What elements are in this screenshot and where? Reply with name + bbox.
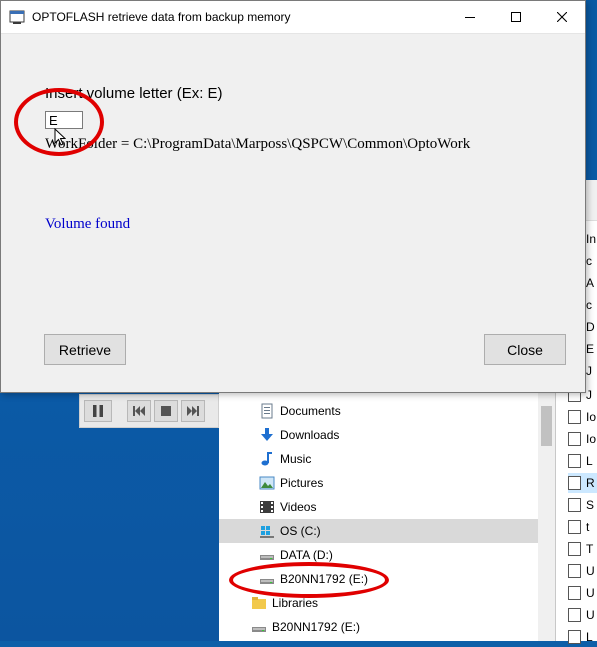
file-icon [568, 630, 581, 644]
file-icon [568, 564, 581, 578]
explorer-scrollbar[interactable] [538, 392, 555, 641]
music-icon [259, 451, 275, 467]
scrollbar-thumb[interactable] [541, 406, 552, 446]
file-icon [568, 608, 581, 622]
list-item[interactable]: L [568, 627, 597, 647]
usb-drive-icon [251, 619, 267, 635]
nav-item-documents[interactable]: Documents [219, 399, 538, 423]
next-icon [187, 406, 199, 416]
list-item[interactable]: U [568, 583, 597, 603]
optoflash-dialog: OPTOFLASH retrieve data from backup memo… [0, 0, 586, 393]
list-item-label: D [586, 320, 595, 334]
list-item[interactable]: U [568, 605, 597, 625]
annotation-ring-usb-drive [229, 562, 389, 598]
nav-item-usb-e-root[interactable]: B20NN1792 (E:) [219, 615, 538, 639]
maximize-icon [511, 12, 521, 22]
file-icon [568, 542, 581, 556]
pictures-icon [259, 475, 275, 491]
window-title: OPTOFLASH retrieve data from backup memo… [32, 10, 291, 24]
file-icon [568, 520, 581, 534]
app-icon [9, 9, 25, 25]
videos-icon [259, 499, 275, 515]
stop-icon [161, 406, 171, 416]
workfolder-label: WorkFolder = C:\ProgramData\Marposs\QSPC… [45, 136, 471, 152]
maximize-button[interactable] [493, 1, 539, 33]
nav-item-data-d[interactable]: DATA (D:) [219, 543, 538, 567]
drive-d-icon [259, 547, 275, 563]
retrieve-button[interactable]: Retrieve [44, 334, 126, 365]
nav-item-label: Pictures [280, 476, 324, 490]
libraries-icon [251, 595, 267, 611]
list-item-label: A [586, 276, 595, 290]
file-icon [568, 586, 581, 600]
explorer-navigation-pane: Documents Downloads Music Pictures Video… [219, 392, 555, 641]
nav-item-music[interactable]: Music [219, 447, 538, 471]
file-icon [568, 476, 581, 490]
nav-item-label: DATA (D:) [280, 548, 333, 562]
list-item-label: E [586, 342, 595, 356]
list-item-label: L [586, 630, 593, 644]
list-item-label: In [586, 232, 597, 246]
mouse-cursor-icon [54, 128, 66, 146]
file-icon [568, 410, 581, 424]
list-item-label: J [586, 364, 592, 378]
list-item-label: Io [586, 410, 597, 424]
file-icon [568, 498, 581, 512]
list-item-label: J [586, 388, 592, 402]
file-icon [568, 432, 581, 446]
media-player-controls [79, 394, 219, 428]
nav-item-label: Documents [280, 404, 341, 418]
list-item[interactable]: S [568, 495, 597, 515]
file-icon [568, 454, 581, 468]
list-item[interactable]: R [568, 473, 597, 493]
status-message: Volume found [45, 216, 131, 232]
list-item-label: U [586, 608, 595, 622]
close-button[interactable]: Close [484, 334, 566, 365]
list-item-label: c [586, 254, 592, 268]
pause-button[interactable] [84, 400, 112, 422]
previous-icon [133, 406, 145, 416]
next-button[interactable] [181, 400, 205, 422]
list-item[interactable]: U [568, 561, 597, 581]
minimize-button[interactable] [447, 1, 493, 33]
nav-item-pictures[interactable]: Pictures [219, 471, 538, 495]
nav-item-label: Downloads [280, 428, 340, 442]
title-separator [1, 33, 585, 34]
list-item[interactable]: L [568, 451, 597, 471]
stop-button[interactable] [154, 400, 178, 422]
pause-icon [93, 405, 103, 417]
previous-button[interactable] [127, 400, 151, 422]
list-item[interactable]: Io [568, 407, 597, 427]
list-item-label: U [586, 586, 595, 600]
list-item-label: Io [586, 432, 597, 446]
list-item[interactable]: Io [568, 429, 597, 449]
list-item[interactable]: T [568, 539, 597, 559]
nav-item-label: Libraries [272, 596, 319, 610]
list-item-label: T [586, 542, 594, 556]
nav-item-os-c[interactable]: OS (C:) [219, 519, 538, 543]
list-item-label: S [586, 498, 595, 512]
nav-item-label: Videos [280, 500, 317, 514]
downloads-icon [259, 427, 275, 443]
list-item-label: U [586, 564, 595, 578]
nav-item-label: B20NN1792 (E:) [272, 620, 361, 634]
nav-item-label: Music [280, 452, 312, 466]
drive-c-icon [259, 523, 275, 539]
list-item-label: L [586, 454, 593, 468]
close-icon [557, 12, 567, 22]
list-item-label: t [586, 520, 590, 534]
documents-icon [259, 403, 275, 419]
list-item-label: R [586, 476, 595, 490]
nav-item-videos[interactable]: Videos [219, 495, 538, 519]
list-item-label: c [586, 298, 592, 312]
minimize-icon [465, 17, 475, 18]
close-window-button[interactable] [539, 1, 585, 33]
list-item[interactable]: t [568, 517, 597, 537]
nav-item-downloads[interactable]: Downloads [219, 423, 538, 447]
title-bar[interactable]: OPTOFLASH retrieve data from backup memo… [1, 1, 585, 33]
nav-item-label: OS (C:) [280, 524, 321, 538]
